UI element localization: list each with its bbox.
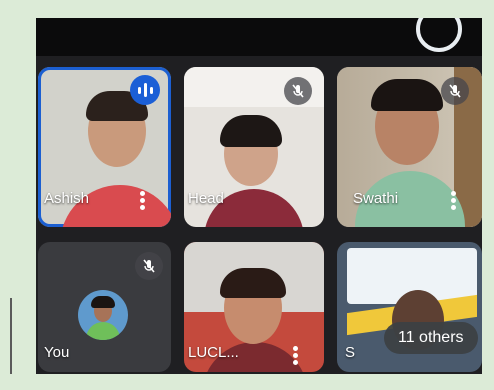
more-options-icon[interactable]	[293, 346, 299, 366]
meeting-window: Ashish Head Swathi You LUCL... S 11 othe…	[36, 18, 482, 374]
participant-tile-head[interactable]: Head	[184, 67, 324, 227]
others-count-badge[interactable]: 11 others	[384, 322, 478, 354]
left-edge-line	[10, 298, 12, 374]
participant-tile-you[interactable]: You	[38, 242, 171, 372]
participant-name: Ashish	[44, 190, 90, 207]
participant-name: LUCL...	[188, 344, 239, 361]
avatar	[78, 290, 128, 340]
participant-tile-ashish[interactable]: Ashish	[38, 67, 171, 227]
participant-name: Swathi	[353, 190, 399, 207]
speaking-indicator-icon	[130, 75, 160, 105]
mic-off-icon	[135, 252, 163, 280]
participant-name: You	[44, 344, 70, 361]
meeting-top-bar	[36, 18, 482, 56]
more-options-icon[interactable]	[451, 191, 457, 211]
participant-name: S	[345, 344, 356, 361]
participant-tile-swathi[interactable]: Swathi	[337, 67, 482, 227]
more-options-icon[interactable]	[140, 191, 146, 211]
top-bar-button[interactable]	[416, 18, 462, 52]
mic-off-icon	[441, 77, 469, 105]
mic-off-icon	[284, 77, 312, 105]
participant-tile-lucl[interactable]: LUCL...	[184, 242, 324, 372]
participant-name: Head	[188, 190, 224, 207]
